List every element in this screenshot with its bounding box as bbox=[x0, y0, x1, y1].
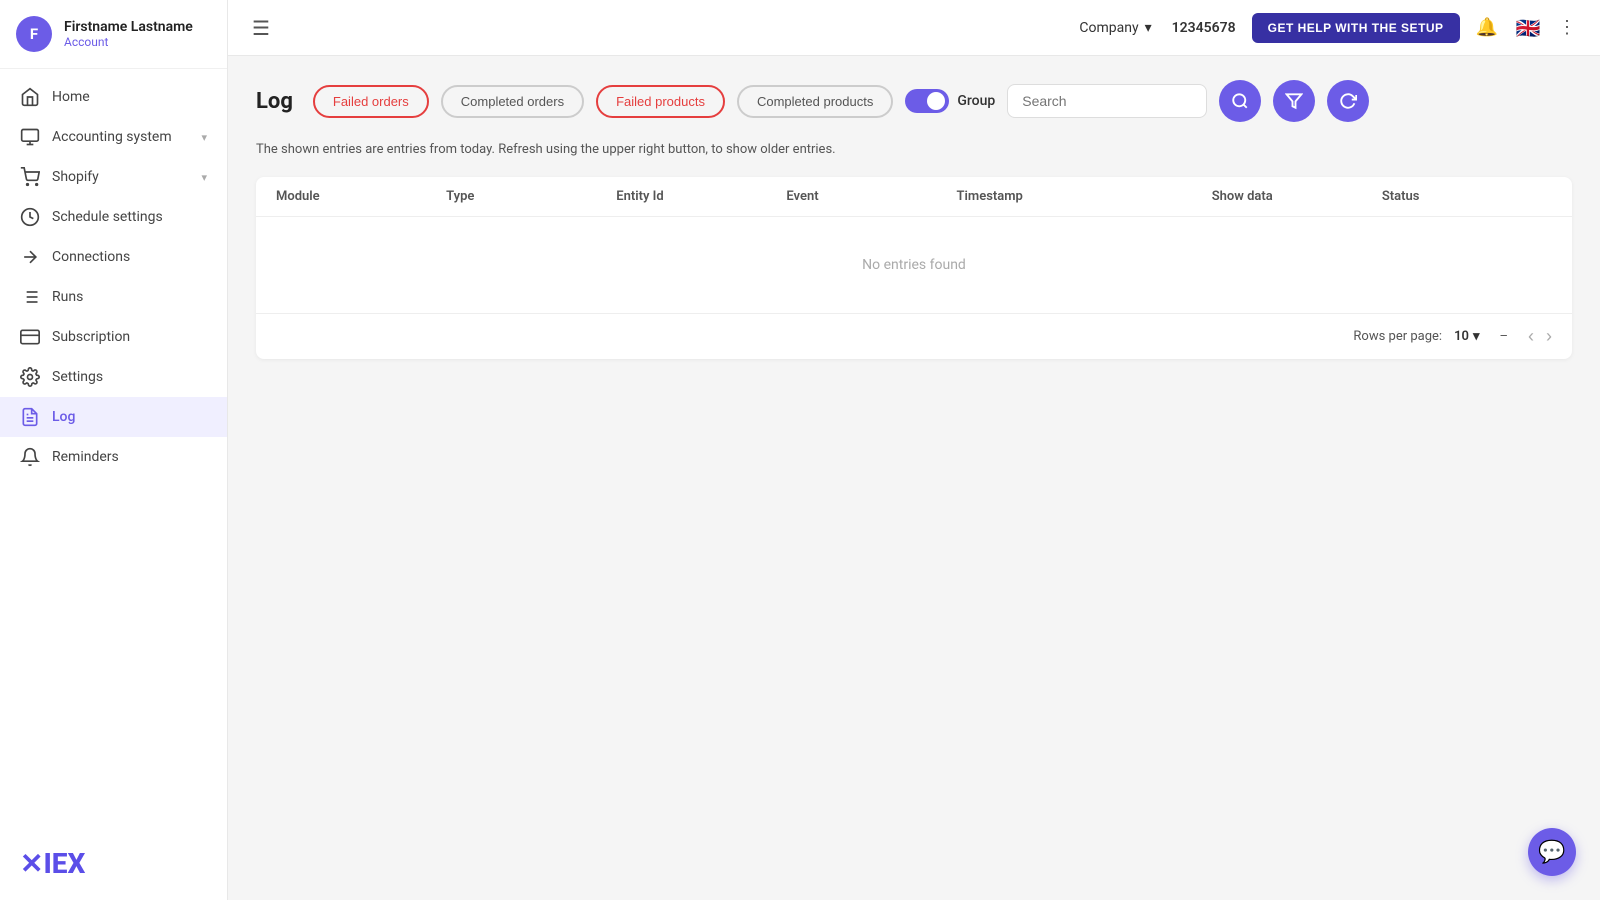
sidebar-item-label: Reminders bbox=[52, 449, 207, 465]
notification-bell-icon[interactable]: 🔔 bbox=[1476, 17, 1498, 38]
refresh-button[interactable] bbox=[1327, 80, 1369, 122]
sidebar-item-label: Schedule settings bbox=[52, 209, 207, 225]
sidebar-item-label: Runs bbox=[52, 289, 207, 305]
sidebar-item-log[interactable]: Log bbox=[0, 397, 227, 437]
chat-icon: 💬 bbox=[1538, 840, 1565, 865]
page-title: Log bbox=[256, 89, 293, 114]
company-id: 12345678 bbox=[1172, 20, 1236, 36]
sidebar-item-shopify[interactable]: Shopify ▾ bbox=[0, 157, 227, 197]
gear-icon bbox=[20, 367, 40, 387]
rows-per-page-selector[interactable]: 10 ▾ bbox=[1454, 329, 1479, 344]
company-selector[interactable]: Company ▾ bbox=[1079, 20, 1151, 36]
main-content: ☰ Company ▾ 12345678 GET HELP WITH THE S… bbox=[228, 0, 1600, 900]
search-button[interactable] bbox=[1219, 80, 1261, 122]
sidebar: F Firstname Lastname Account Home Accoun… bbox=[0, 0, 228, 900]
sidebar-item-label: Log bbox=[52, 409, 207, 425]
col-type: Type bbox=[446, 189, 616, 204]
chevron-down-icon: ▾ bbox=[201, 131, 207, 144]
sidebar-item-label: Settings bbox=[52, 369, 207, 385]
sidebar-item-home[interactable]: Home bbox=[0, 77, 227, 117]
chat-widget[interactable]: 💬 bbox=[1528, 828, 1576, 876]
search-box bbox=[1007, 84, 1207, 118]
account-link[interactable]: Account bbox=[64, 35, 193, 49]
sidebar-item-label: Shopify bbox=[52, 169, 189, 185]
sidebar-item-runs[interactable]: Runs bbox=[0, 277, 227, 317]
subscription-icon bbox=[20, 327, 40, 347]
group-toggle-group: Group bbox=[905, 89, 995, 113]
connections-icon bbox=[20, 247, 40, 267]
log-icon bbox=[20, 407, 40, 427]
filter-button[interactable] bbox=[1273, 80, 1315, 122]
table-header: Module Type Entity Id Event Timestamp Sh… bbox=[256, 177, 1572, 217]
sidebar-item-reminders[interactable]: Reminders bbox=[0, 437, 227, 477]
logo: ✕IEX bbox=[0, 827, 227, 900]
page-content: Log Failed orders Completed orders Faile… bbox=[228, 56, 1600, 900]
group-toggle[interactable] bbox=[905, 89, 949, 113]
accounting-icon bbox=[20, 127, 40, 147]
sidebar-item-label: Home bbox=[52, 89, 207, 105]
sidebar-item-connections[interactable]: Connections bbox=[0, 237, 227, 277]
next-page-button[interactable]: › bbox=[1546, 326, 1552, 347]
rows-per-page-value: 10 bbox=[1454, 329, 1469, 344]
sidebar-item-schedule[interactable]: Schedule settings bbox=[0, 197, 227, 237]
rows-per-page-label: Rows per page: bbox=[1353, 329, 1442, 344]
log-header: Log Failed orders Completed orders Faile… bbox=[256, 80, 1572, 122]
failed-products-filter[interactable]: Failed products bbox=[596, 85, 725, 118]
company-label: Company bbox=[1079, 20, 1138, 36]
empty-state: No entries found bbox=[256, 217, 1572, 313]
prev-page-button[interactable]: ‹ bbox=[1528, 326, 1534, 347]
log-table: Module Type Entity Id Event Timestamp Sh… bbox=[256, 177, 1572, 359]
failed-orders-filter[interactable]: Failed orders bbox=[313, 85, 429, 118]
chevron-down-icon: ▾ bbox=[1145, 20, 1152, 36]
more-options-icon[interactable]: ⋮ bbox=[1558, 17, 1576, 38]
shopify-icon bbox=[20, 167, 40, 187]
sidebar-nav: Home Accounting system ▾ Shopify ▾ Sched… bbox=[0, 69, 227, 827]
user-name: Firstname Lastname bbox=[64, 19, 193, 35]
logo-text: ✕IEX bbox=[20, 847, 85, 880]
get-help-button[interactable]: GET HELP WITH THE SETUP bbox=[1252, 13, 1460, 43]
search-input[interactable] bbox=[1022, 93, 1192, 109]
sidebar-item-subscription[interactable]: Subscription bbox=[0, 317, 227, 357]
sidebar-item-label: Subscription bbox=[52, 329, 207, 345]
avatar: F bbox=[16, 16, 52, 52]
sidebar-item-accounting[interactable]: Accounting system ▾ bbox=[0, 117, 227, 157]
col-timestamp: Timestamp bbox=[957, 189, 1212, 204]
sidebar-item-label: Connections bbox=[52, 249, 207, 265]
sidebar-header: F Firstname Lastname Account bbox=[0, 0, 227, 69]
info-text: The shown entries are entries from today… bbox=[256, 142, 1572, 157]
completed-products-filter[interactable]: Completed products bbox=[737, 85, 893, 118]
language-flag-icon[interactable]: 🇬🇧 bbox=[1514, 19, 1542, 37]
group-label: Group bbox=[957, 93, 995, 109]
col-event: Event bbox=[786, 189, 956, 204]
col-module: Module bbox=[276, 189, 446, 204]
home-icon bbox=[20, 87, 40, 107]
col-status: Status bbox=[1382, 189, 1552, 204]
sidebar-item-label: Accounting system bbox=[52, 129, 189, 145]
bell-icon bbox=[20, 447, 40, 467]
table-footer: Rows per page: 10 ▾ – ‹ › bbox=[256, 313, 1572, 359]
sidebar-item-settings[interactable]: Settings bbox=[0, 357, 227, 397]
page-range: – bbox=[1499, 329, 1508, 344]
col-entity-id: Entity Id bbox=[616, 189, 786, 204]
topbar: ☰ Company ▾ 12345678 GET HELP WITH THE S… bbox=[228, 0, 1600, 56]
hamburger-icon[interactable]: ☰ bbox=[252, 16, 270, 40]
completed-orders-filter[interactable]: Completed orders bbox=[441, 85, 584, 118]
chevron-down-icon: ▾ bbox=[201, 171, 207, 184]
runs-icon bbox=[20, 287, 40, 307]
clock-icon bbox=[20, 207, 40, 227]
col-show-data: Show data bbox=[1212, 189, 1382, 204]
chevron-down-icon: ▾ bbox=[1473, 329, 1480, 344]
